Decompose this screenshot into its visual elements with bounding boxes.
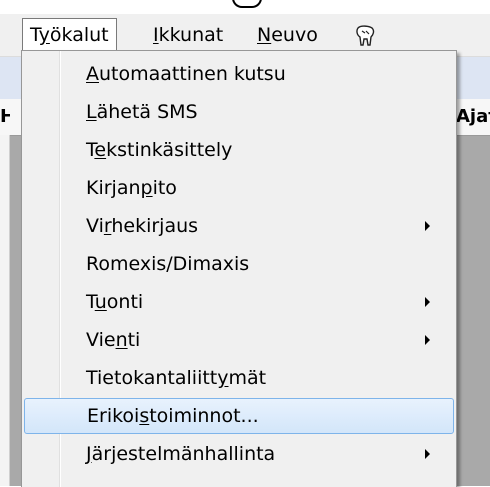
menu-tyokalut[interactable]: Työkalut xyxy=(22,18,117,51)
submenu-arrow-icon xyxy=(425,335,430,345)
menu-item-tekstinkasittely[interactable]: Tekstinkäsittely xyxy=(24,132,454,168)
left-panel-edge xyxy=(0,135,10,486)
menu-item-jarjestelmanhallinta[interactable]: Järjestelmänhallinta xyxy=(24,436,454,472)
menu-item-kirjanpito[interactable]: Kirjanpito xyxy=(24,170,454,206)
menu-item-tuonti[interactable]: Tuonti xyxy=(24,284,454,320)
menu-item-tietokantaliittymat[interactable]: Tietokantaliittymät xyxy=(24,360,454,396)
menu-item-automaattinen-kutsu[interactable]: Automaattinen kutsu xyxy=(24,56,454,92)
tyokalut-dropdown-menu: Automaattinen kutsu Lähetä SMS Tekstinkä… xyxy=(21,50,457,487)
submenu-arrow-icon xyxy=(425,297,430,307)
menu-item-laheta-sms[interactable]: Lähetä SMS xyxy=(24,94,454,130)
tooth-icon[interactable] xyxy=(353,24,377,48)
menu-item-vienti[interactable]: Vienti xyxy=(24,322,454,358)
submenu-arrow-icon xyxy=(425,449,430,459)
grid-column-header-right: Ajat xyxy=(456,106,490,127)
menu-ikkunat[interactable]: Ikkunat xyxy=(146,20,230,50)
menu-item-virhekirjaus[interactable]: Virhekirjaus xyxy=(24,208,454,244)
menu-item-erikoistoiminnot[interactable]: Erikoistoiminnot... xyxy=(24,398,454,434)
window-title-remnant xyxy=(0,0,490,14)
grid-column-header-left: H xyxy=(0,106,10,127)
menu-neuvo[interactable]: Neuvo xyxy=(250,20,325,50)
submenu-arrow-icon xyxy=(425,221,430,231)
menu-item-romexis-dimaxis[interactable]: Romexis/Dimaxis xyxy=(24,246,454,282)
